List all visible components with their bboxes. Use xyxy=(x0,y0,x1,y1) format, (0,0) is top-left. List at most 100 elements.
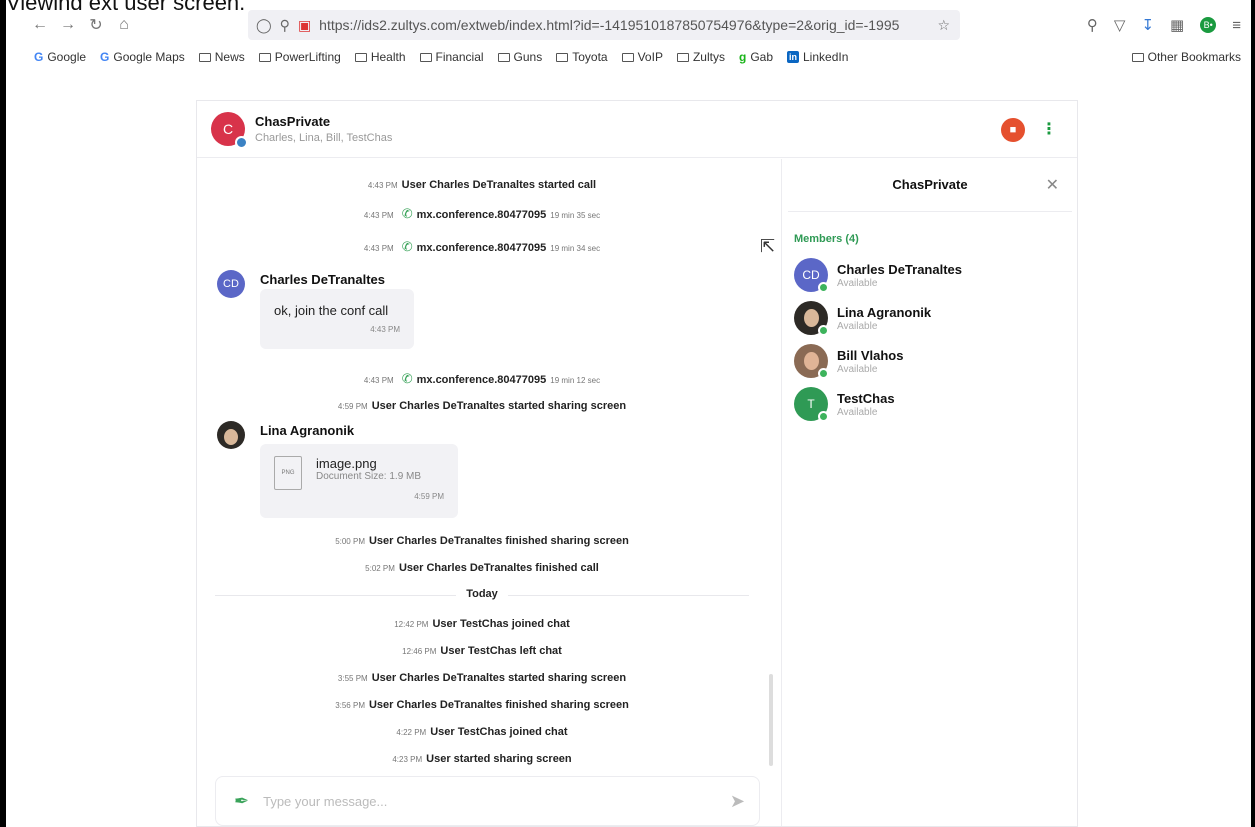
phone-call-icon: ✆ xyxy=(401,371,413,386)
system-message: 4:43 PM User Charles DeTranaltes started … xyxy=(367,179,597,191)
message-time: 4:43 PM xyxy=(370,325,400,334)
member-status: Available xyxy=(837,320,878,332)
bookmark-other[interactable]: Other Bookmarks xyxy=(1131,50,1241,64)
presence-dot-icon xyxy=(818,411,829,422)
bookmark-health[interactable]: Health xyxy=(354,50,406,64)
back-icon[interactable]: ← xyxy=(26,11,54,39)
presence-dot-icon xyxy=(818,282,829,293)
phone-call-icon: ✆ xyxy=(401,206,413,221)
chat-participants: Charles, Lina, Bill, TestChas xyxy=(255,132,393,144)
folder-icon xyxy=(354,52,367,62)
folder-icon xyxy=(198,52,211,62)
avatar xyxy=(794,301,829,336)
chat-app: C ChasPrivate Charles, Lina, Bill, TestC… xyxy=(196,100,1078,827)
bookmark-news[interactable]: News xyxy=(198,50,245,64)
account-icon[interactable]: ⚲ xyxy=(1087,16,1098,34)
download-icon[interactable]: ↧ xyxy=(1141,16,1154,34)
system-message: 12:46 PM User TestChas left chat xyxy=(402,645,562,657)
folder-icon xyxy=(419,52,432,62)
lock-icon: ⚲ xyxy=(279,16,290,33)
chat-title: ChasPrivate xyxy=(255,114,331,129)
message-bubble[interactable]: ok, join the conf call 4:43 PM xyxy=(260,289,414,349)
call-log: 4:43 PM ✆ mx.conference.80477095 19 min 34 … xyxy=(363,239,601,254)
message-text: ok, join the conf call xyxy=(274,303,389,318)
address-bar[interactable]: ◯ ⚲ ▣ https://ids2.zultys.com/extweb/ind… xyxy=(248,10,960,40)
chat-header: C ChasPrivate Charles, Lina, Bill, TestC… xyxy=(197,101,1077,158)
mouse-cursor-icon: ⇱ xyxy=(760,236,776,256)
bookmark-gab[interactable]: g Gab xyxy=(739,50,773,64)
google-icon: G xyxy=(100,50,110,64)
folder-icon xyxy=(258,52,271,62)
bookmarks-bar: G Google G Google Maps News PowerLifting H… xyxy=(6,46,1251,68)
bookmark-google-maps[interactable]: G Google Maps xyxy=(100,50,185,64)
folder-icon xyxy=(621,52,634,62)
message-list[interactable]: 4:43 PM User Charles DeTranaltes started … xyxy=(197,159,781,779)
call-log: 4:43 PM ✆ mx.conference.80477095 19 min 35 … xyxy=(363,206,601,221)
system-message: 4:59 PM User Charles DeTranaltes started … xyxy=(337,400,627,412)
members-header: Members (4) xyxy=(794,233,859,245)
member-info: TestChas Available xyxy=(837,391,895,418)
extension-icon[interactable]: ▦ xyxy=(1170,16,1184,34)
presence-dot-icon xyxy=(818,368,829,379)
member-status: Available xyxy=(837,277,878,289)
avatar[interactable]: CD xyxy=(217,270,245,298)
avatar: CD xyxy=(794,258,829,293)
bookmark-zultys[interactable]: Zultys xyxy=(676,50,725,64)
message-time: 4:59 PM xyxy=(414,492,444,501)
chat-avatar[interactable]: C xyxy=(211,112,248,149)
file-icon: PNG xyxy=(274,456,302,490)
browser-toolbar: ← → ↻ ⌂ ◯ ⚲ ▣ https://ids2.zultys.com/ex… xyxy=(6,10,1251,40)
member-item[interactable]: Lina Agranonik Available xyxy=(794,301,931,336)
message-scrollbar[interactable] xyxy=(769,674,773,766)
person-photo-icon xyxy=(803,352,819,370)
system-message: 4:23 PM User started sharing screen xyxy=(392,753,572,765)
file-size: Document Size: 1.9 MB xyxy=(316,471,422,482)
chat-header-text: ChasPrivate Charles, Lina, Bill, TestCha… xyxy=(255,114,392,144)
member-info: Bill Vlahos Available xyxy=(837,348,903,375)
panel-divider xyxy=(788,211,1072,212)
close-icon[interactable]: ✕ xyxy=(1046,175,1059,195)
avatar[interactable] xyxy=(217,421,245,449)
info-panel: ChasPrivate ✕ Members (4) CD Charles DeT… xyxy=(781,159,1077,826)
bookmark-voip[interactable]: VoIP xyxy=(621,50,663,64)
attach-icon[interactable]: ✒ xyxy=(234,791,249,812)
screen: Viewing ext user screen. ← → ↻ ⌂ ◯ ⚲ ▣ h… xyxy=(0,0,1255,827)
folder-icon xyxy=(1131,52,1144,62)
message-input[interactable] xyxy=(263,793,694,809)
member-status: Available xyxy=(837,363,878,375)
send-icon[interactable]: ➤ xyxy=(730,791,745,812)
person-photo-icon xyxy=(803,309,819,327)
forward-icon[interactable]: → xyxy=(54,11,82,39)
end-share-icon[interactable]: ■ xyxy=(1001,118,1025,142)
bookmark-star-icon[interactable]: ☆ xyxy=(937,17,950,34)
file-info: image.png Document Size: 1.9 MB xyxy=(316,456,421,482)
file-attachment[interactable]: PNG image.png Document Size: 1.9 MB 4:59… xyxy=(260,444,458,518)
gab-icon: g xyxy=(738,50,747,64)
toolbar-actions: ⚲ ▽ ↧ ▦ B• ≡ xyxy=(1087,16,1241,35)
reload-icon[interactable]: ↻ xyxy=(82,11,110,39)
bookmark-toyota[interactable]: Toyota xyxy=(556,50,608,64)
bookmark-linkedin[interactable]: in LinkedIn xyxy=(787,50,848,64)
home-icon[interactable]: ⌂ xyxy=(110,11,138,39)
system-message: 3:56 PM User Charles DeTranaltes finished… xyxy=(335,699,629,711)
bookmark-google[interactable]: G Google xyxy=(34,50,86,64)
bookmark-guns[interactable]: Guns xyxy=(497,50,542,64)
avatar xyxy=(794,344,829,379)
extension-badge-icon[interactable]: B• xyxy=(1200,17,1217,33)
system-message: 12:42 PM User TestChas joined chat xyxy=(394,618,570,630)
member-item[interactable]: CD Charles DeTranaltes Available xyxy=(794,258,962,293)
author-name: Lina Agranonik xyxy=(260,422,355,438)
pocket-icon[interactable]: ▽ xyxy=(1114,16,1126,34)
member-item[interactable]: Bill Vlahos Available xyxy=(794,344,903,379)
permissions-icon[interactable]: ▣ xyxy=(298,17,311,34)
google-icon: G xyxy=(34,50,44,64)
bookmark-powerlifting[interactable]: PowerLifting xyxy=(258,50,341,64)
more-options-icon[interactable]: ⋮ xyxy=(1037,116,1061,142)
menu-icon[interactable]: ≡ xyxy=(1232,17,1241,34)
folder-icon xyxy=(676,52,689,62)
bookmark-financial[interactable]: Financial xyxy=(419,50,484,64)
system-message: 3:55 PM User Charles DeTranaltes started … xyxy=(337,672,627,684)
date-divider: Today xyxy=(197,588,767,600)
system-message: 4:22 PM User TestChas joined chat xyxy=(396,726,568,738)
member-item[interactable]: T TestChas Available xyxy=(794,387,895,422)
